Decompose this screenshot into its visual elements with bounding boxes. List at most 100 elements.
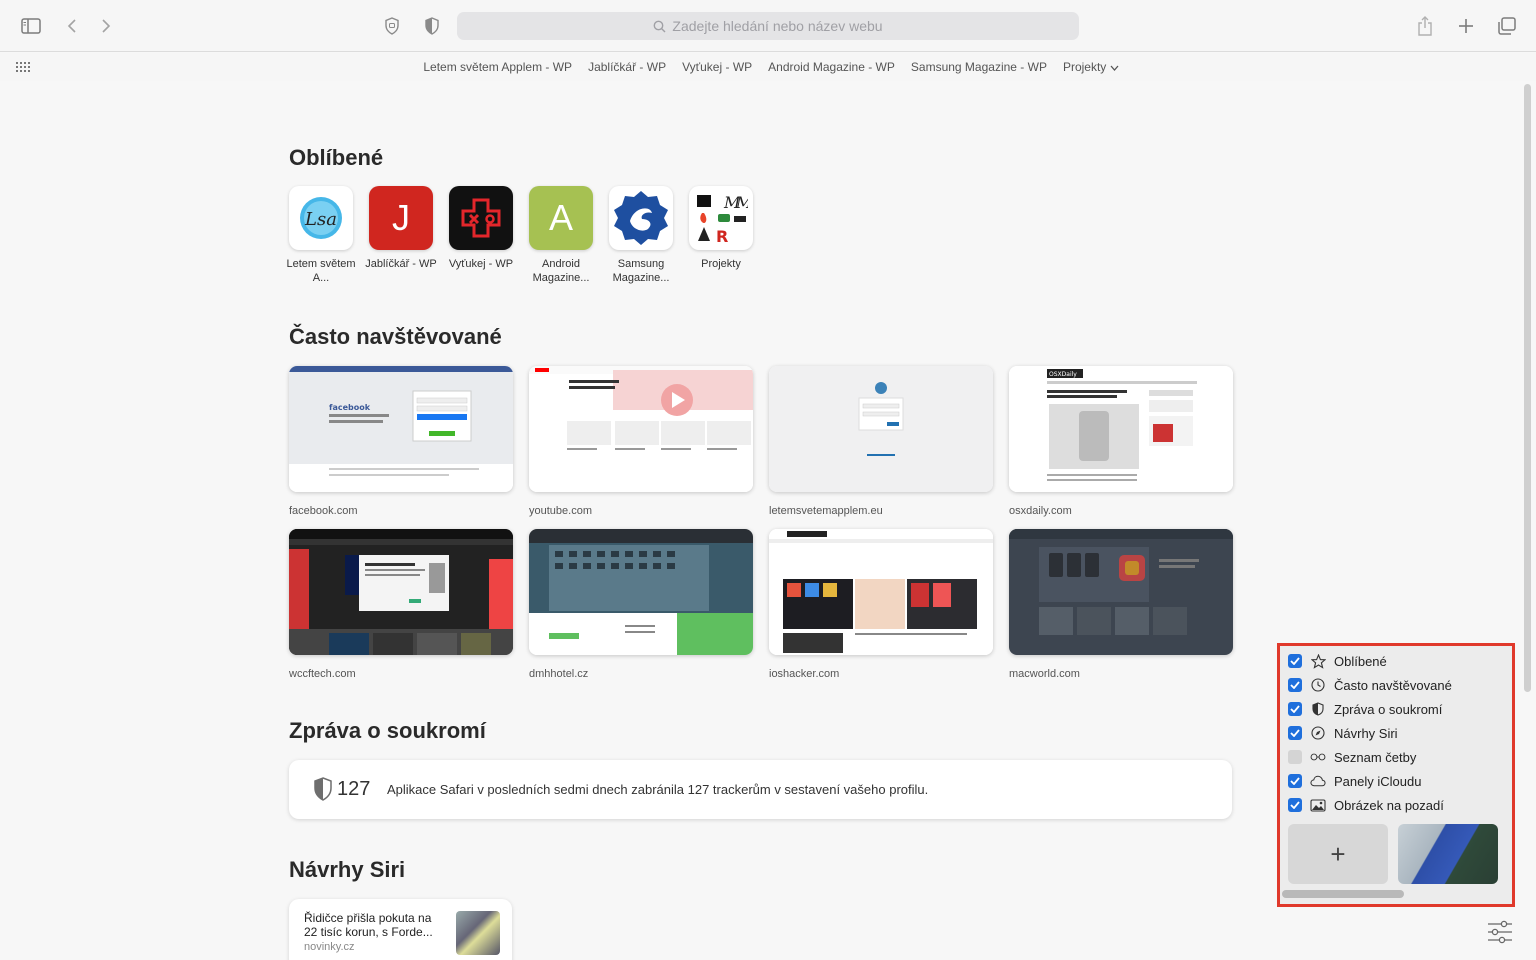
site-thumbnail-label: dmhhotel.cz: [529, 668, 589, 680]
favorite-label: Vyťukej - WP: [448, 258, 514, 270]
checkbox-unchecked[interactable]: [1288, 750, 1302, 764]
site-thumbnail-label: macworld.com: [1009, 668, 1080, 680]
siri-suggestions-heading: Návrhy Siri: [289, 857, 406, 882]
image-icon: [1310, 797, 1326, 813]
favorite-projekty[interactable]: MM R Projekty: [688, 186, 754, 271]
privacy-report-heading: Zpráva o soukromí: [289, 718, 486, 743]
tab-overview-button[interactable]: [1493, 12, 1521, 40]
svg-text:Lsa: Lsa: [304, 209, 337, 230]
svg-text:OSXDaily: OSXDaily: [1049, 371, 1077, 378]
favorite-label: Letem světem A...: [286, 258, 356, 284]
option-label: Obrázek na pozadí: [1334, 797, 1444, 813]
option-label: Návrhy Siri: [1334, 725, 1398, 741]
site-thumbnail-wccftech[interactable]: [289, 529, 513, 655]
glasses-icon: [1310, 749, 1326, 765]
clock-icon: [1310, 677, 1326, 693]
shield-icon: [1310, 701, 1326, 717]
checkbox-checked[interactable]: [1288, 678, 1302, 692]
favorite-samsung-magazine[interactable]: Samsung Magazine...: [608, 186, 674, 285]
option-privacy-report[interactable]: Zpráva o soukromí: [1288, 699, 1442, 719]
svg-text:facebook: facebook: [329, 403, 371, 412]
favorite-letem[interactable]: Lsa Letem světem A...: [286, 186, 356, 285]
svg-text:M: M: [735, 193, 748, 212]
bookmark-android-magazine[interactable]: Android Magazine - WP: [768, 60, 895, 74]
site-thumbnail-label: ioshacker.com: [769, 668, 840, 680]
jablickar-logo-letter: J: [392, 197, 410, 238]
suggestion-source: novinky.cz: [304, 941, 355, 953]
favorite-android-magazine[interactable]: A Android Magazine...: [528, 186, 594, 285]
option-label: Seznam četby: [1334, 749, 1417, 765]
favorite-jablickar[interactable]: J Jablíčkář - WP: [365, 186, 437, 271]
address-placeholder: Zadejte hledání nebo název webu: [672, 18, 883, 34]
option-favorites[interactable]: Oblíbené: [1288, 651, 1387, 671]
option-icloud-tabs[interactable]: Panely iCloudu: [1288, 771, 1421, 791]
site-thumbnail-macworld[interactable]: [1009, 529, 1233, 655]
privacy-summary-text: Aplikace Safari v posledních sedmi dnech…: [387, 782, 929, 797]
site-thumbnail-label: osxdaily.com: [1009, 505, 1072, 517]
vytukej-logo-icon: [449, 186, 513, 250]
site-thumbnail-youtube[interactable]: [529, 366, 753, 492]
background-image-option[interactable]: [1398, 824, 1498, 884]
chevron-down-icon: [1110, 65, 1119, 71]
checkbox-checked[interactable]: [1288, 726, 1302, 740]
site-thumbnail-ioshacker[interactable]: [769, 529, 993, 655]
sidebar-icon: [21, 18, 41, 34]
frequently-visited-heading: Často navštěvované: [289, 324, 502, 349]
option-siri-suggestions[interactable]: Návrhy Siri: [1288, 723, 1398, 743]
customize-start-page-button[interactable]: [1486, 919, 1514, 945]
suggestion-headline: Řidičce přišla pokuta na 22 tisíc korun,…: [304, 911, 433, 939]
bookmark-vytukej[interactable]: Vyťukej - WP: [682, 60, 752, 74]
sidebar-toggle-button[interactable]: [17, 12, 45, 40]
option-frequently-visited[interactable]: Často navštěvované: [1288, 675, 1452, 695]
site-thumbnail-label: facebook.com: [289, 505, 358, 517]
option-reading-list[interactable]: Seznam četby: [1288, 747, 1416, 767]
option-label: Zpráva o soukromí: [1334, 701, 1443, 717]
site-thumbnail-label: youtube.com: [529, 505, 592, 517]
jablickar-logo-icon: J: [369, 186, 433, 250]
favorites-heading: Oblíbené: [289, 145, 384, 170]
bookmark-folder-projekty[interactable]: Projekty: [1063, 60, 1119, 74]
favorite-label: Jablíčkář - WP: [365, 258, 437, 270]
checkbox-checked[interactable]: [1288, 798, 1302, 812]
share-button[interactable]: [1411, 12, 1439, 40]
back-button[interactable]: [58, 12, 86, 40]
option-label: Oblíbené: [1334, 653, 1387, 669]
checkbox-checked[interactable]: [1288, 654, 1302, 668]
favorite-label: Samsung Magazine...: [612, 258, 670, 284]
site-thumbnail-label: letemsvetemapplem.eu: [769, 505, 883, 517]
address-bar[interactable]: Zadejte hledání nebo název webu: [457, 12, 1079, 40]
shield-half-icon: [425, 17, 439, 35]
bookmark-letem[interactable]: Letem světem Applem - WP: [423, 60, 572, 74]
checkbox-checked[interactable]: [1288, 702, 1302, 716]
site-thumbnail-label: wccftech.com: [289, 668, 356, 680]
sliders-icon: [1488, 920, 1512, 944]
site-thumbnail-letemsvetemapplem[interactable]: [769, 366, 993, 492]
shield-button[interactable]: [418, 12, 446, 40]
forward-button[interactable]: [92, 12, 120, 40]
tabs-icon: [1498, 17, 1516, 35]
android-magazine-logo-icon: A: [529, 186, 593, 250]
background-picker-scrollbar[interactable]: [1282, 890, 1404, 898]
privacy-report-card[interactable]: 127 Aplikace Safari v posledních sedmi d…: [289, 760, 1232, 819]
search-icon: [654, 20, 666, 32]
site-thumbnail-facebook[interactable]: facebook: [289, 366, 513, 492]
bookmark-jablickar[interactable]: Jablíčkář - WP: [588, 60, 666, 74]
page-scrollbar[interactable]: [1524, 84, 1531, 692]
new-tab-button[interactable]: [1452, 12, 1480, 40]
samsung-magazine-logo-icon: [609, 186, 673, 250]
tracker-count: 127: [337, 778, 371, 800]
favorite-label: Android Magazine...: [532, 258, 590, 284]
chevron-right-icon: [102, 19, 111, 33]
option-background-image[interactable]: Obrázek na pozadí: [1288, 795, 1444, 815]
add-background-button[interactable]: +: [1288, 824, 1388, 884]
site-thumbnail-osxdaily[interactable]: OSXDaily: [1009, 366, 1233, 492]
suggestion-thumbnail: [456, 911, 500, 955]
site-thumbnail-dmhhotel[interactable]: [529, 529, 753, 655]
option-label: Často navštěvované: [1334, 677, 1452, 693]
siri-suggestion-card[interactable]: Řidičce přišla pokuta na 22 tisíc korun,…: [289, 899, 512, 960]
start-page-customize-panel: Oblíbené Často navštěvované Zpráva o sou…: [1277, 643, 1515, 907]
checkbox-checked[interactable]: [1288, 774, 1302, 788]
favorite-vytukej[interactable]: Vyťukej - WP: [448, 186, 514, 271]
privacy-report-button[interactable]: [378, 12, 406, 40]
bookmark-samsung-magazine[interactable]: Samsung Magazine - WP: [911, 60, 1047, 74]
